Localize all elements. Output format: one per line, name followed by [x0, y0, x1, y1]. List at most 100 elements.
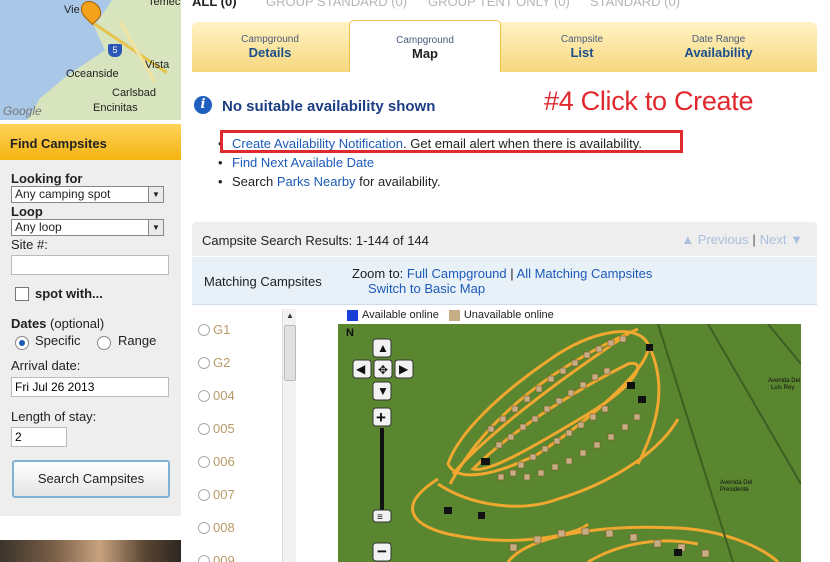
looking-for-value: Any camping spot: [15, 187, 111, 201]
tab-date-range-availability[interactable]: Date Range Availability: [642, 22, 795, 72]
chevron-down-icon[interactable]: ▼: [148, 187, 163, 202]
map-nav-control: ▲ ◀ ✥ ▶ ▼ + ≡ −: [352, 338, 414, 562]
tab-campground-details[interactable]: Campground Details: [192, 22, 348, 72]
site-label: 008: [213, 520, 235, 535]
all-matching-campsites-link[interactable]: All Matching Campsites: [517, 266, 653, 281]
zoom-links: Zoom to: Full Campground | All Matching …: [352, 266, 653, 281]
tab-details-big: Details: [248, 45, 292, 60]
tab-list-big: List: [570, 45, 594, 60]
view-tabs: Campground Details Campground Map Campsi…: [192, 20, 817, 72]
tab-standard[interactable]: STANDARD (0): [590, 0, 680, 9]
dates-optional: (optional): [50, 316, 105, 331]
site-radio[interactable]: [198, 323, 210, 336]
unavailable-swatch: [448, 309, 460, 321]
map-label-temecula: Temec: [148, 0, 181, 8]
matching-campsites-header: Matching Campsites: [192, 257, 338, 305]
site-number-input[interactable]: [11, 255, 169, 275]
tab-campsite-list[interactable]: Campsite List: [502, 22, 662, 72]
google-logo: Google: [3, 104, 42, 118]
tab-list-small: Campsite: [560, 34, 604, 45]
spot-with-label[interactable]: spot with...: [35, 286, 103, 301]
find-campsites-title: Find Campsites: [0, 124, 181, 160]
search-campsites-button[interactable]: Search Campsites: [12, 460, 170, 498]
list-item[interactable]: 008: [192, 511, 282, 544]
map-label-vista: Vista: [145, 59, 170, 71]
location-mini-map[interactable]: 5 Vie Temec Oceanside Vista Carlsbad Enc…: [0, 0, 181, 120]
zoom-to-label: Zoom to:: [352, 266, 404, 281]
tab-all[interactable]: ALL (0): [192, 0, 237, 9]
site-radio[interactable]: [198, 389, 210, 402]
previous-link[interactable]: ▲ Previous: [681, 232, 748, 247]
svg-text:Presidente: Presidente: [720, 487, 749, 493]
specific-date-label[interactable]: Specific: [35, 333, 81, 348]
site-label: 007: [213, 487, 235, 502]
length-of-stay-input[interactable]: [11, 427, 67, 447]
loop-label: Loop: [11, 204, 43, 219]
find-next-available-date-link[interactable]: Find Next Available Date: [232, 155, 374, 170]
tab-group-standard[interactable]: GROUP STANDARD (0): [266, 0, 407, 9]
switch-to-basic-map-link[interactable]: Switch to Basic Map: [368, 281, 485, 296]
list-item[interactable]: 005: [192, 412, 282, 445]
svg-text:▼: ▼: [377, 384, 389, 398]
available-swatch: [347, 309, 358, 321]
scrollbar-thumb[interactable]: [284, 325, 296, 381]
arrival-date-input[interactable]: [11, 377, 169, 397]
svg-text:Luis Rey: Luis Rey: [771, 385, 794, 391]
next-link[interactable]: Next ▼: [760, 232, 803, 247]
no-availability-title: No suitable availability shown: [222, 98, 436, 115]
site-label: G1: [213, 322, 231, 337]
campground-map-drawing: N Avenida Del Luis Rey Avenida Del Presi…: [346, 324, 801, 562]
map-label-carlsbad: Carlsbad: [112, 87, 157, 99]
list-item[interactable]: G1: [192, 313, 282, 346]
list-item: Search Parks Nearby for availability.: [218, 172, 642, 191]
loop-value: Any loop: [15, 220, 62, 234]
loop-select[interactable]: Any loop ▼: [11, 219, 164, 236]
site-label: 006: [213, 454, 235, 469]
scroll-up-icon[interactable]: ▲: [283, 309, 297, 323]
site-radio[interactable]: [198, 521, 210, 534]
matching-campsites-column: Matching Campsites G1 G2 004 005 006 007…: [192, 257, 338, 562]
map-label-oceanside: Oceanside: [66, 68, 119, 80]
full-campground-link[interactable]: Full Campground: [407, 266, 507, 281]
specific-date-radio[interactable]: [15, 336, 29, 350]
svg-text:✥: ✥: [378, 363, 388, 377]
svg-text:≡: ≡: [377, 512, 383, 523]
list-item[interactable]: 007: [192, 478, 282, 511]
tab-availability-small: Date Range: [691, 34, 746, 45]
map-header: Zoom to: Full Campground | All Matching …: [338, 257, 817, 305]
promo-photo: [0, 540, 181, 562]
list-item[interactable]: 006: [192, 445, 282, 478]
list-item[interactable]: 004: [192, 379, 282, 412]
svg-text:◀: ◀: [356, 362, 366, 376]
range-date-radio[interactable]: [97, 336, 111, 350]
arrival-date-label: Arrival date:: [11, 358, 81, 373]
spot-with-checkbox[interactable]: [15, 287, 29, 301]
tab-group-tent-only[interactable]: GROUP TENT ONLY (0): [428, 0, 570, 9]
chevron-down-icon[interactable]: ▼: [148, 220, 163, 235]
results-count: Campsite Search Results: 1-144 of 144: [202, 233, 429, 248]
campground-map[interactable]: N Avenida Del Luis Rey Avenida Del Presi…: [338, 324, 801, 562]
map-legend: Available online Unavailable online: [347, 309, 554, 321]
tab-details-small: Campground: [241, 34, 299, 45]
site-radio[interactable]: [198, 455, 210, 468]
site-radio[interactable]: [198, 356, 210, 369]
map-label-vie: Vie: [64, 4, 80, 16]
list-item[interactable]: G2: [192, 346, 282, 379]
list-item[interactable]: 009: [192, 544, 282, 562]
range-date-label[interactable]: Range: [118, 333, 156, 348]
available-legend-label: Available online: [362, 309, 439, 321]
parks-nearby-link[interactable]: Parks Nearby: [277, 174, 356, 189]
looking-for-select[interactable]: Any camping spot ▼: [11, 186, 164, 203]
site-radio[interactable]: [198, 422, 210, 435]
unavailable-legend-label: Unavailable online: [463, 309, 554, 321]
site-label: 009: [213, 553, 235, 562]
site-radio[interactable]: [198, 488, 210, 501]
campsite-list-scrollbar[interactable]: ▲: [282, 309, 296, 562]
campsite-list: G1 G2 004 005 006 007 008 009: [192, 313, 282, 562]
tab-campground-map[interactable]: Campground Map: [349, 20, 501, 72]
switch-map-line: Switch to Basic Map: [368, 281, 485, 296]
site-radio[interactable]: [198, 554, 210, 562]
site-label: 004: [213, 388, 235, 403]
info-icon: i: [194, 96, 212, 114]
freeway-shield-icon: 5: [108, 44, 122, 57]
